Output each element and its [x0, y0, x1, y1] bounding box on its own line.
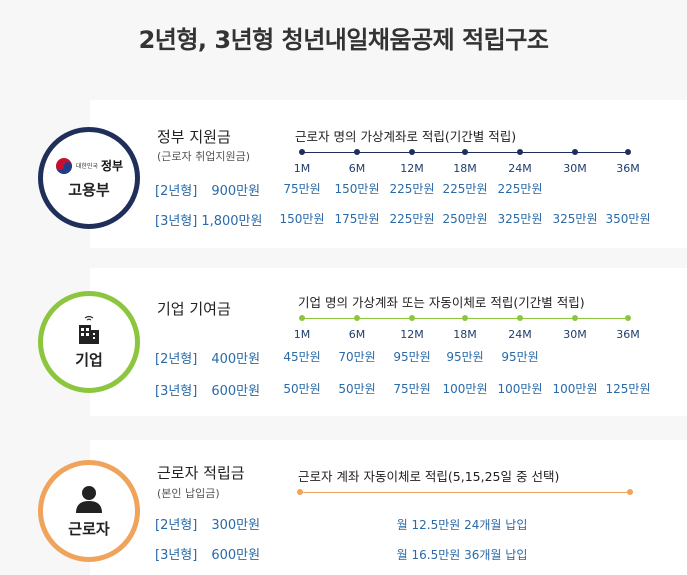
company-timeline-dot — [462, 315, 468, 321]
gov-timeline-dot — [409, 149, 415, 155]
company-title: 기업 기여금 — [157, 300, 231, 318]
company-row-2yr-amount: 400만원 — [211, 352, 261, 367]
worker-circle-label: 근로자 — [68, 519, 110, 538]
company-3yr-value: 100만원 — [552, 382, 598, 396]
company-2yr-value: 95만원 — [501, 350, 539, 364]
gov-3yr-value: 175만원 — [334, 212, 380, 226]
company-circle-label: 기업 — [75, 350, 103, 369]
gov-logo-big-text: 정부 — [101, 159, 124, 173]
gov-row-3yr: [3년형] 1,800만원 — [155, 210, 262, 229]
gov-timeline-dot — [299, 149, 305, 155]
gov-3yr-value: 325만원 — [497, 212, 543, 226]
company-3yr-value: 50만원 — [338, 382, 376, 396]
gov-logo: 대한민국 정부 — [55, 157, 123, 175]
company-timeline-dot — [572, 315, 578, 321]
worker-caption: 근로자 계좌 자동이체로 적립(5,15,25일 중 선택) — [298, 469, 560, 484]
company-2yr-value: 70만원 — [338, 350, 376, 364]
company-timeline-dot — [517, 315, 523, 321]
company-row-3yr: [3년형] 600만원 — [155, 380, 260, 399]
company-row-2yr: [2년형] 400만원 — [155, 348, 260, 367]
company-3yr-value: 125만원 — [605, 382, 651, 396]
worker-row-3yr-amount: 600만원 — [211, 548, 261, 563]
gov-timeline-dot — [625, 149, 631, 155]
taegeuk-icon — [55, 157, 72, 174]
company-timeline-dot — [299, 315, 305, 321]
company-2yr-value: 95만원 — [446, 350, 484, 364]
page-title: 2년형, 3년형 청년내일채움공제 적립구조 — [138, 26, 549, 54]
gov-3yr-value: 250만원 — [442, 212, 488, 226]
gov-3yr-value: 150만원 — [279, 212, 325, 226]
company-month-label: 6M — [348, 328, 366, 341]
gov-row-2yr: [2년형] 900만원 — [155, 180, 260, 199]
worker-subtitle: (본인 납입금) — [157, 487, 220, 500]
worker-row-2yr-label: [2년형] — [155, 518, 198, 533]
gov-2yr-value: 225만원 — [442, 182, 488, 196]
worker-circle: 근로자 — [38, 460, 140, 562]
company-row-3yr-label: [3년형] — [155, 384, 198, 399]
gov-logo-small-text: 대한민국 — [75, 163, 98, 170]
company-timeline-dot — [354, 315, 360, 321]
worker-title: 근로자 적립금 — [157, 464, 245, 482]
company-3yr-value: 50만원 — [283, 382, 321, 396]
gov-timeline-dot — [572, 149, 578, 155]
gov-row-2yr-amount: 900만원 — [211, 184, 261, 199]
company-circle: 기업 — [38, 291, 140, 393]
company-row-2yr-label: [2년형] — [155, 352, 198, 367]
gov-month-label: 6M — [348, 162, 366, 175]
worker-3yr-note: 월 16.5만원 36개월 납입 — [396, 548, 528, 562]
gov-timeline-dot — [354, 149, 360, 155]
gov-2yr-value: 75만원 — [283, 182, 321, 196]
gov-row-3yr-amount: 1,800만원 — [201, 214, 263, 229]
company-2yr-value: 45만원 — [283, 350, 321, 364]
gov-month-label: 1M — [293, 162, 311, 175]
building-icon — [79, 315, 99, 344]
gov-circle: 대한민국 정부 고용부 — [38, 127, 140, 229]
company-timeline-dot — [409, 315, 415, 321]
worker-timeline-start-dot — [297, 489, 303, 495]
gov-2yr-value: 225만원 — [497, 182, 543, 196]
gov-circle-label: 고용부 — [68, 180, 110, 199]
gov-caption: 근로자 명의 가상계좌로 적립(기간별 적립) — [295, 129, 517, 144]
gov-month-label: 24M — [508, 162, 532, 175]
gov-row-2yr-label: [2년형] — [155, 184, 198, 199]
gov-timeline-dot — [517, 149, 523, 155]
company-month-label: 24M — [508, 328, 532, 341]
worker-row-3yr-label: [3년형] — [155, 548, 198, 563]
gov-timeline-dot — [462, 149, 468, 155]
worker-row-2yr-amount: 300만원 — [211, 518, 261, 533]
person-icon — [76, 485, 102, 513]
company-3yr-value: 100만원 — [497, 382, 543, 396]
worker-timeline — [300, 492, 630, 493]
gov-title: 정부 지원금 — [157, 128, 231, 146]
company-month-label: 18M — [453, 328, 477, 341]
company-month-label: 30M — [563, 328, 587, 341]
gov-month-label: 18M — [453, 162, 477, 175]
company-2yr-value: 95만원 — [393, 350, 431, 364]
gov-month-label: 12M — [400, 162, 424, 175]
gov-3yr-value: 225만원 — [389, 212, 435, 226]
worker-2yr-note: 월 12.5만원 24개월 납입 — [396, 518, 528, 532]
gov-month-label: 30M — [563, 162, 587, 175]
gov-2yr-value: 150만원 — [334, 182, 380, 196]
worker-timeline-end-dot — [627, 489, 633, 495]
company-timeline-dot — [625, 315, 631, 321]
company-caption: 기업 명의 가상계좌 또는 자동이체로 적립(기간별 적립) — [298, 295, 585, 310]
company-3yr-value: 75만원 — [393, 382, 431, 396]
company-month-label: 36M — [616, 328, 640, 341]
gov-row-3yr-label: [3년형] — [155, 214, 198, 229]
worker-row-3yr: [3년형] 600만원 — [155, 544, 260, 563]
gov-3yr-value: 350만원 — [605, 212, 651, 226]
company-month-label: 12M — [400, 328, 424, 341]
gov-subtitle: (근로자 취업지원금) — [157, 150, 251, 163]
gov-3yr-value: 325만원 — [552, 212, 598, 226]
company-month-label: 1M — [293, 328, 311, 341]
gov-2yr-value: 225만원 — [389, 182, 435, 196]
worker-row-2yr: [2년형] 300만원 — [155, 514, 260, 533]
company-3yr-value: 100만원 — [442, 382, 488, 396]
company-row-3yr-amount: 600만원 — [211, 384, 261, 399]
gov-month-label: 36M — [616, 162, 640, 175]
